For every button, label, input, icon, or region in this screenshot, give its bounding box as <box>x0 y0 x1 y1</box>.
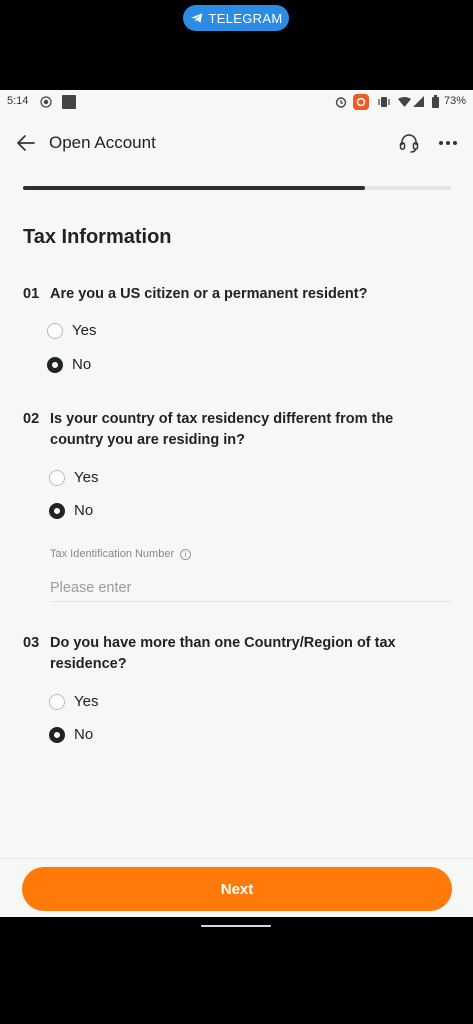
question-3: 03 Do you have more than one Country/Reg… <box>23 633 410 675</box>
q2-option-yes[interactable]: Yes <box>49 469 98 486</box>
question-1: 01 Are you a US citizen or a permanent r… <box>23 284 410 305</box>
radio-button[interactable] <box>47 322 63 339</box>
option-label: Yes <box>74 693 99 710</box>
app-notification-icon <box>353 94 369 110</box>
radio-button-selected[interactable] <box>47 356 63 373</box>
square-icon <box>62 95 76 109</box>
telegram-icon <box>190 13 202 23</box>
tin-label-text: Tax Identification Number <box>50 548 175 560</box>
radio-button-selected[interactable] <box>49 502 65 519</box>
question-text: Do you have more than one Country/Region… <box>50 635 396 672</box>
option-label: No <box>74 502 94 519</box>
question-text: Are you a US citizen or a permanent resi… <box>50 286 368 302</box>
section-title: Tax Information <box>23 226 172 248</box>
headset-icon[interactable] <box>398 132 420 154</box>
q1-option-yes[interactable]: Yes <box>47 322 96 339</box>
home-indicator[interactable] <box>201 925 271 927</box>
question-number: 01 <box>23 286 40 302</box>
record-icon <box>40 96 52 108</box>
question-number: 02 <box>23 411 40 427</box>
progress-bar <box>23 186 451 190</box>
telegram-badge[interactable]: TELEGRAM <box>183 5 289 31</box>
next-button[interactable]: Next <box>22 867 452 911</box>
q3-option-yes[interactable]: Yes <box>49 693 98 710</box>
option-label: Yes <box>74 469 99 486</box>
question-text: Is your country of tax residency differe… <box>50 411 394 448</box>
question-2: 02 Is your country of tax residency diff… <box>23 409 410 451</box>
option-label: No <box>72 356 92 373</box>
more-icon[interactable] <box>438 140 458 146</box>
q2-option-no[interactable]: No <box>49 502 93 519</box>
telegram-label: TELEGRAM <box>208 10 283 26</box>
status-bar: 5:14 73% <box>0 90 473 114</box>
q3-option-no[interactable]: No <box>49 726 93 743</box>
radio-button[interactable] <box>49 693 65 710</box>
radio-button[interactable] <box>49 469 65 486</box>
wifi-icon <box>398 97 411 107</box>
status-time: 5:14 <box>7 95 29 107</box>
footer-divider <box>0 858 473 859</box>
q1-option-no[interactable]: No <box>47 356 91 373</box>
tin-input[interactable] <box>50 574 453 602</box>
battery-icon <box>432 95 439 108</box>
app-bar: Open Account <box>0 124 473 162</box>
page-title: Open Account <box>49 133 156 152</box>
signal-icon <box>413 96 424 107</box>
vibrate-icon <box>378 97 390 107</box>
tin-label: Tax Identification Number i <box>50 548 192 560</box>
back-arrow-icon[interactable] <box>14 131 38 155</box>
progress-bar-fill <box>23 186 366 190</box>
app-screen: 5:14 73% Open Account Tax Information 01… <box>0 90 473 917</box>
radio-button-selected[interactable] <box>49 726 65 743</box>
option-label: No <box>74 726 94 743</box>
option-label: Yes <box>72 322 97 339</box>
info-icon[interactable]: i <box>180 548 192 560</box>
alarm-icon <box>335 97 347 108</box>
battery-percentage: 73% <box>443 95 466 107</box>
question-number: 03 <box>23 635 40 651</box>
